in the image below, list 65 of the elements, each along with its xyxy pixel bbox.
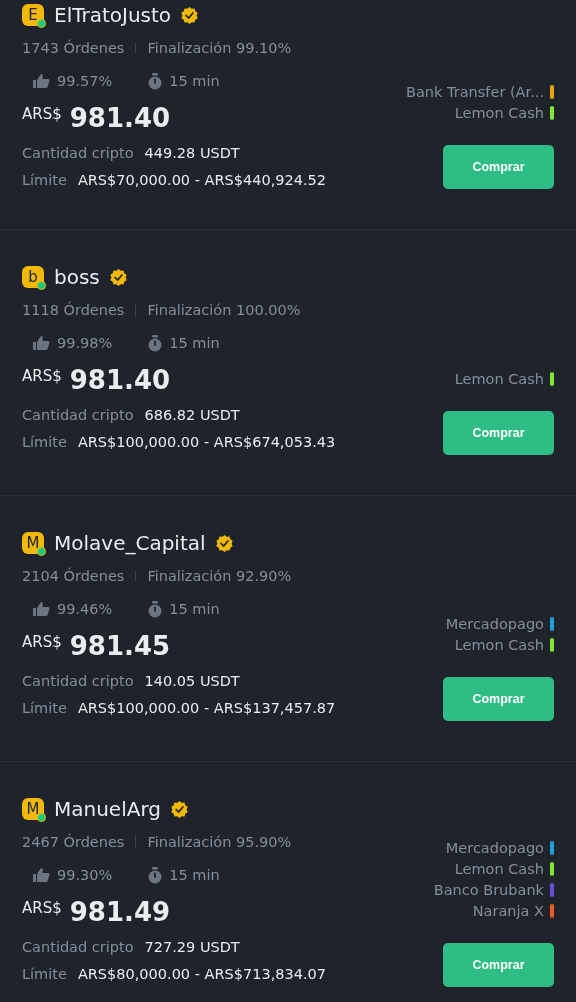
price-text: 981.40 (69, 103, 171, 133)
rating-text: 99.46% (57, 601, 113, 617)
thumbs-up-icon (32, 335, 50, 351)
limit-label: Límite (22, 700, 67, 716)
payment-method: Naranja X (472, 902, 544, 919)
price-text: 981.40 (69, 365, 171, 395)
stopwatch-icon (148, 72, 163, 90)
currency-label: ARS$ (22, 105, 62, 123)
amount-label: Cantidad cripto (22, 407, 134, 423)
thumbs-up-icon (32, 867, 50, 883)
rating-text: 99.57% (57, 73, 113, 89)
payment-method: Mercadopago (445, 839, 544, 856)
amount-label: Cantidad cripto (22, 673, 134, 689)
merchant-name[interactable]: boss (54, 265, 100, 289)
stopwatch-icon (148, 334, 163, 352)
merchant-name[interactable]: Molave_Capital (54, 531, 206, 555)
time-limit-text: 15 min (169, 335, 220, 351)
amount-value: 727.29 USDT (144, 939, 240, 955)
stopwatch-icon (148, 600, 163, 618)
completion-rate: Finalización 92.90% (147, 568, 292, 584)
orders-count: 1118 Órdenes (22, 302, 125, 318)
avatar: M (22, 798, 44, 820)
merchant-name[interactable]: ElTratoJusto (54, 3, 172, 27)
limit-label: Límite (22, 966, 67, 982)
limit-value: ARS$100,000.00 - ARS$674,053.43 (77, 434, 336, 450)
avatar: b (22, 266, 44, 288)
limit-label: Límite (22, 434, 67, 450)
time-limit-text: 15 min (169, 73, 220, 89)
avatar: E (22, 4, 44, 26)
completion-rate: Finalización 95.90% (147, 834, 292, 850)
currency-label: ARS$ (22, 899, 62, 917)
payment-method: Lemon Cash (454, 104, 544, 121)
amount-value: 686.82 USDT (144, 407, 240, 423)
payment-method: Bank Transfer (Ar... (406, 83, 544, 100)
rating-text: 99.98% (57, 335, 113, 351)
completion-rate: Finalización 99.10% (147, 40, 292, 56)
thumbs-up-icon (32, 73, 50, 89)
thumbs-up-icon (32, 601, 50, 617)
rating-text: 99.30% (57, 867, 113, 883)
amount-value: 140.05 USDT (144, 673, 240, 689)
orders-count: 1743 Órdenes (22, 40, 125, 56)
payment-method: Lemon Cash (454, 860, 544, 877)
limit-label: Límite (22, 172, 67, 188)
time-limit-text: 15 min (169, 867, 220, 883)
payment-method: Mercadopago (445, 615, 544, 632)
time-limit-text: 15 min (169, 601, 220, 617)
amount-value: 449.28 USDT (144, 145, 240, 161)
limit-value: ARS$100,000.00 - ARS$137,457.87 (77, 700, 336, 716)
stopwatch-icon (148, 866, 163, 884)
payment-method: Lemon Cash (454, 370, 544, 387)
payment-method: Lemon Cash (454, 636, 544, 653)
price-text: 981.49 (69, 897, 171, 927)
limit-value: ARS$80,000.00 - ARS$713,834.07 (77, 966, 326, 982)
completion-rate: Finalización 100.00% (147, 302, 301, 318)
amount-label: Cantidad cripto (22, 939, 134, 955)
amount-label: Cantidad cripto (22, 145, 134, 161)
currency-label: ARS$ (22, 633, 62, 651)
payment-method: Banco Brubank (433, 881, 544, 898)
price-text: 981.45 (69, 631, 171, 661)
currency-label: ARS$ (22, 367, 62, 385)
merchant-name[interactable]: ManuelArg (54, 797, 161, 821)
limit-value: ARS$70,000.00 - ARS$440,924.52 (77, 172, 326, 188)
avatar: M (22, 532, 44, 554)
orders-count: 2104 Órdenes (22, 568, 125, 584)
orders-count: 2467 Órdenes (22, 834, 125, 850)
